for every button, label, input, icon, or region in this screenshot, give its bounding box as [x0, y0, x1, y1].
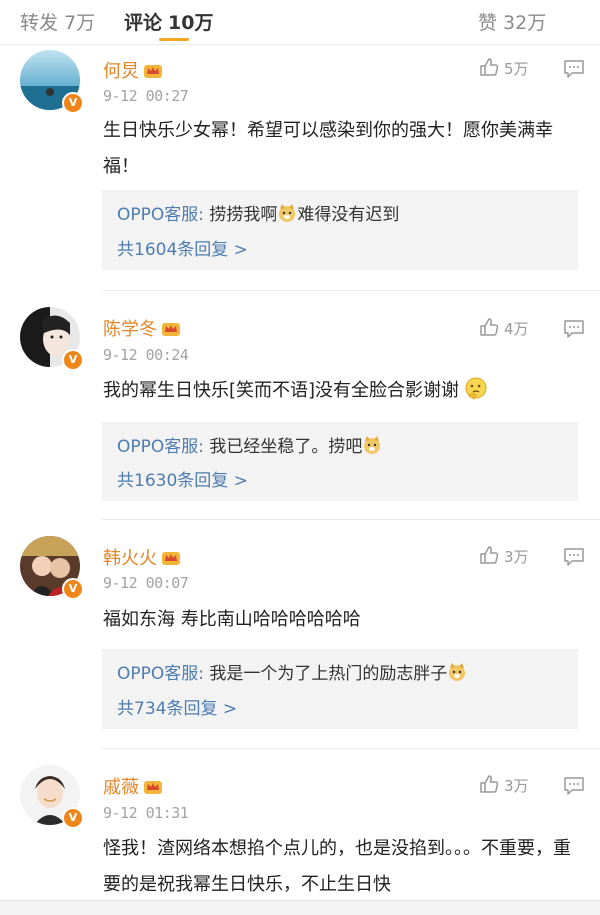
- thumbs-up-icon: [480, 546, 499, 564]
- tab-repost-count: 7万: [64, 12, 96, 34]
- reply-box[interactable]: OPPO客服: 我已经坐稳了。捞吧 共1630条回复 >: [102, 422, 578, 501]
- bottom-toolbar-edge: [0, 900, 600, 915]
- verified-v-icon: V: [62, 578, 84, 600]
- commenter-name[interactable]: 戚薇: [103, 773, 163, 799]
- tab-comment[interactable]: 评论 10万: [124, 8, 213, 35]
- commenter-name-text: 陈学冬: [103, 319, 157, 340]
- verified-v-icon: V: [62, 807, 84, 829]
- comment-text: 怪我！渣网络本想掐个点儿的，也是没掐到。。。不重要，重要的是祝我幂生日快乐，不止…: [103, 838, 571, 895]
- crown-icon: [162, 323, 180, 336]
- tab-like[interactable]: 赞 32万: [478, 8, 546, 35]
- tab-like-label: 赞: [478, 12, 498, 34]
- like-count: 3万: [504, 548, 529, 566]
- commenter-name[interactable]: 陈学冬: [103, 315, 181, 341]
- thumbs-up-icon: [480, 318, 499, 336]
- verified-v-icon: V: [62, 349, 84, 371]
- comment-more-icon[interactable]: [563, 59, 585, 83]
- comment-more-icon[interactable]: [563, 776, 585, 800]
- commenter-name-text: 韩火火: [103, 548, 157, 569]
- reply-preview: OPPO客服: 捞捞我啊 难得没有迟到: [117, 200, 399, 225]
- like-button[interactable]: 3万: [478, 773, 529, 796]
- thinking-emoji-icon: [465, 377, 487, 400]
- reply-box[interactable]: OPPO客服: 我是一个为了上热门的励志胖子 共734条回复 >: [102, 649, 578, 729]
- crown-icon: [162, 552, 180, 565]
- comment-time: 9-12 00:07: [103, 574, 189, 592]
- doge-emoji-icon: [364, 436, 381, 454]
- commenter-name[interactable]: 韩火火: [103, 544, 181, 570]
- reply-text: 捞捞我啊: [204, 205, 278, 225]
- reply-preview: OPPO客服: 我是一个为了上热门的励志胖子: [117, 659, 467, 684]
- comment-text: 福如东海 寿比南山哈哈哈哈哈哈: [103, 609, 361, 630]
- reply-count-link[interactable]: 共1604条回复 >: [117, 235, 248, 260]
- commenter-name-text: 何炅: [103, 61, 139, 82]
- tab-repost-label: 转发: [20, 12, 59, 34]
- like-count: 5万: [504, 60, 529, 78]
- reply-user[interactable]: OPPO客服:: [117, 205, 204, 225]
- thumbs-up-icon: [480, 775, 499, 793]
- crown-icon: [144, 65, 162, 78]
- like-button[interactable]: 5万: [478, 56, 529, 79]
- reply-user[interactable]: OPPO客服:: [117, 664, 204, 684]
- comment-time: 9-12 00:24: [103, 346, 189, 364]
- commenter-name-text: 戚薇: [103, 777, 139, 798]
- crown-icon: [144, 781, 162, 794]
- comment-item: V 韩火火 9-12 00:07 3万 福如东海 寿比南山哈哈哈哈哈哈 OPPO…: [0, 520, 600, 748]
- comment-text: 生日快乐少女幂！希望可以感染到你的强大！愿你美满幸福！: [103, 120, 553, 177]
- doge-emoji-icon: [449, 663, 466, 681]
- comment-item: V 戚薇 9-12 01:31 3万 怪我！渣网络本想掐个点儿的，也是没掐到。。…: [0, 749, 600, 900]
- reply-text: 我已经坐稳了。捞吧: [204, 437, 363, 457]
- like-button[interactable]: 3万: [478, 544, 529, 567]
- commenter-name[interactable]: 何炅: [103, 57, 163, 83]
- like-button[interactable]: 4万: [478, 316, 529, 339]
- comment-time: 9-12 00:27: [103, 87, 189, 105]
- comment-time: 9-12 01:31: [103, 804, 189, 822]
- comment-item: V 陈学冬 9-12 00:24 4万 我的幂生日快乐[笑而不语]没有全脸合影谢…: [0, 291, 600, 519]
- tab-like-count: 32万: [503, 12, 547, 34]
- reply-box[interactable]: OPPO客服: 捞捞我啊 难得没有迟到 共1604条回复 >: [102, 190, 578, 270]
- reply-text: 我是一个为了上热门的励志胖子: [204, 664, 448, 684]
- doge-emoji-icon: [279, 204, 296, 222]
- tab-comment-count: 10万: [168, 12, 214, 34]
- reply-count-link[interactable]: 共1630条回复 >: [117, 466, 248, 491]
- tab-repost[interactable]: 转发 7万: [20, 8, 95, 35]
- comment-text: 我的幂生日快乐[笑而不语]没有全脸合影谢谢: [103, 373, 583, 409]
- reply-user[interactable]: OPPO客服:: [117, 437, 204, 457]
- comment-text-content: 我的幂生日快乐[笑而不语]没有全脸合影谢谢: [103, 380, 460, 401]
- reply-text-after: 难得没有迟到: [297, 205, 400, 225]
- reply-count-link[interactable]: 共734条回复 >: [117, 694, 237, 719]
- verified-v-icon: V: [62, 92, 84, 114]
- comment-more-icon[interactable]: [563, 319, 585, 343]
- like-count: 3万: [504, 777, 529, 795]
- comment-more-icon[interactable]: [563, 547, 585, 571]
- reply-preview: OPPO客服: 我已经坐稳了。捞吧: [117, 432, 382, 457]
- tab-comment-label: 评论: [124, 12, 163, 34]
- header-tabs: 转发 7万 评论 10万 赞 32万: [0, 0, 600, 44]
- active-tab-indicator: [159, 38, 189, 41]
- like-count: 4万: [504, 320, 529, 338]
- thumbs-up-icon: [480, 58, 499, 76]
- comment-item: V 何炅 9-12 00:27 5万 生日快乐少女幂！希望可以感染到你的强大！愿…: [0, 45, 600, 290]
